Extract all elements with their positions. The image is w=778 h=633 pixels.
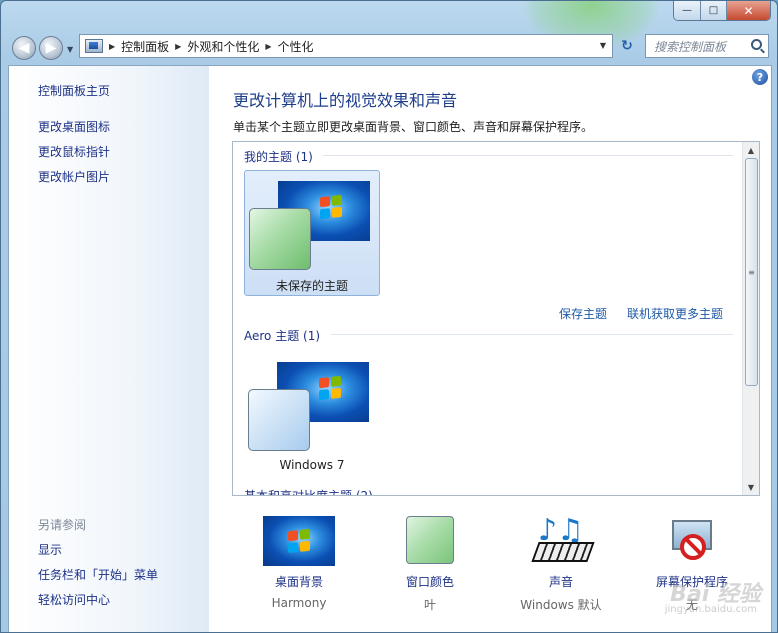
- group-aero-themes: Aero 主题 (1): [244, 329, 321, 343]
- content-area: 控制面板主页 更改桌面图标 更改鼠标指针 更改帐户图片 另请参阅 显示 任务栏和…: [8, 65, 772, 632]
- group-basic-high-contrast: 基本和高对比度主题 (2): [244, 489, 373, 496]
- desktop-background-label[interactable]: 桌面背景: [244, 573, 354, 590]
- arrow-right-icon: ▶: [45, 40, 57, 56]
- personalization-window: — □ ✕ ◀ ▶ ▼ ▶ 控制面板 ▶ 外观和个性化 ▶ 个性化 ▼ ↻ 搜索…: [0, 0, 778, 633]
- chevron-down-icon[interactable]: ▼: [600, 41, 606, 50]
- chevron-right-icon[interactable]: ▶: [265, 42, 271, 51]
- screensaver-icon: [656, 516, 728, 566]
- theme-list-scrollbar[interactable]: ▲ ≡ ▼: [742, 142, 759, 495]
- theme-name: Windows 7: [279, 458, 345, 472]
- theme-window-color-preview: [248, 389, 310, 451]
- theme-windows-7[interactable]: Windows 7: [244, 352, 380, 478]
- back-button[interactable]: ◀: [12, 36, 36, 60]
- close-button[interactable]: ✕: [726, 1, 770, 20]
- maximize-button[interactable]: □: [700, 1, 726, 20]
- theme-list: 我的主题 (1) 未保存的主题 保存主题 联机获取更多主题 Aero 主题 (1…: [232, 141, 760, 496]
- window-color-label[interactable]: 窗口颜色: [375, 573, 485, 590]
- search-input[interactable]: 搜索控制面板: [645, 34, 769, 58]
- watermark-url: jingyan.baidu.com: [664, 604, 757, 615]
- sound-button[interactable]: ♪♫ 声音 Windows 默认: [506, 516, 616, 616]
- address-bar[interactable]: ▶ 控制面板 ▶ 外观和个性化 ▶ 个性化 ▼: [79, 34, 613, 58]
- sidebar-item-ease-of-access[interactable]: 轻松访问中心: [38, 591, 110, 608]
- recent-pages-dropdown[interactable]: ▼: [67, 45, 73, 54]
- search-icon[interactable]: [751, 39, 762, 50]
- save-theme-link[interactable]: 保存主题: [559, 305, 607, 322]
- sidebar-item-home[interactable]: 控制面板主页: [38, 82, 110, 99]
- sidebar-item-desktop-icons[interactable]: 更改桌面图标: [38, 118, 110, 135]
- refresh-icon: ↻: [621, 38, 633, 54]
- forward-button[interactable]: ▶: [39, 36, 63, 60]
- sidebar-item-account-picture[interactable]: 更改帐户图片: [38, 168, 110, 185]
- see-also-heading: 另请参阅: [38, 518, 87, 532]
- scroll-thumb[interactable]: ≡: [745, 158, 758, 386]
- no-entry-icon: [680, 534, 706, 560]
- sound-value: Windows 默认: [520, 598, 602, 612]
- scroll-up-arrow[interactable]: ▲: [743, 142, 759, 158]
- sidebar-item-display[interactable]: 显示: [38, 541, 62, 558]
- windows-logo-icon: [288, 528, 310, 554]
- window-color-button[interactable]: 窗口颜色 叶: [375, 516, 485, 616]
- theme-window-color-preview: [249, 208, 311, 270]
- theme-unsaved[interactable]: 未保存的主题: [244, 170, 380, 296]
- arrow-left-icon: ◀: [18, 40, 30, 56]
- search-placeholder: 搜索控制面板: [654, 39, 727, 54]
- help-icon[interactable]: ?: [752, 69, 768, 85]
- breadcrumb-appearance[interactable]: 外观和个性化: [187, 38, 259, 55]
- windows-logo-icon: [319, 375, 341, 401]
- minimize-button[interactable]: —: [674, 1, 700, 20]
- desktop-background-button[interactable]: 桌面背景 Harmony: [244, 516, 354, 616]
- group-divider: [323, 155, 733, 156]
- desktop-background-icon: [263, 516, 335, 566]
- sound-label[interactable]: 声音: [506, 573, 616, 590]
- sidebar: 控制面板主页 更改桌面图标 更改鼠标指针 更改帐户图片 另请参阅 显示 任务栏和…: [9, 66, 209, 632]
- scroll-down-arrow[interactable]: ▼: [743, 479, 759, 495]
- page-subtitle: 单击某个主题立即更改桌面背景、窗口颜色、声音和屏幕保护程序。: [233, 120, 594, 134]
- desktop-background-value: Harmony: [271, 596, 327, 610]
- piano-keys-icon: [531, 542, 595, 562]
- sound-icon: ♪♫: [525, 516, 597, 566]
- group-divider: [331, 334, 733, 335]
- sidebar-item-taskbar[interactable]: 任务栏和「开始」菜单: [38, 566, 158, 583]
- theme-name: 未保存的主题: [275, 279, 348, 293]
- refresh-button[interactable]: ↻: [615, 34, 639, 58]
- get-more-themes-link[interactable]: 联机获取更多主题: [627, 305, 723, 322]
- chevron-right-icon[interactable]: ▶: [109, 42, 115, 51]
- chevron-right-icon[interactable]: ▶: [175, 42, 181, 51]
- breadcrumb-personalization[interactable]: 个性化: [278, 38, 314, 55]
- windows-logo-icon: [320, 194, 342, 220]
- breadcrumb-control-panel[interactable]: 控制面板: [121, 38, 169, 55]
- caption-buttons: — □ ✕: [673, 1, 771, 21]
- window-color-icon: [406, 516, 454, 564]
- page-title: 更改计算机上的视觉效果和声音: [233, 91, 458, 110]
- window-color-value: 叶: [423, 598, 436, 612]
- sidebar-item-mouse-pointers[interactable]: 更改鼠标指针: [38, 143, 110, 160]
- control-panel-icon: [85, 39, 103, 53]
- group-my-themes: 我的主题 (1): [244, 150, 313, 164]
